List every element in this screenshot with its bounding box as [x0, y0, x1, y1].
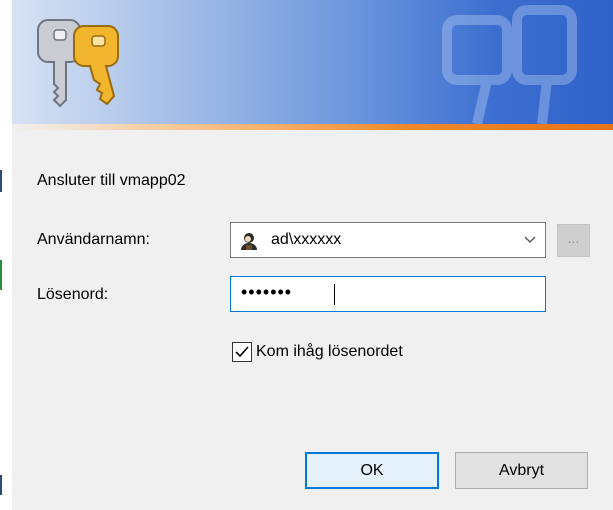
ok-button[interactable]: OK — [305, 452, 439, 489]
edge-mark — [0, 170, 2, 192]
edge-mark — [0, 260, 2, 290]
text-caret — [334, 284, 335, 305]
browse-users-button[interactable]: ... — [557, 224, 590, 257]
user-icon — [241, 233, 257, 250]
cancel-button[interactable]: Avbryt — [455, 452, 588, 489]
username-label: Användarnamn: — [37, 231, 150, 248]
password-input[interactable]: ••••••• — [230, 276, 546, 312]
password-label: Lösenord: — [37, 286, 109, 303]
keys-watermark-icon — [442, 5, 577, 124]
edge-mark — [0, 475, 2, 495]
password-mask: ••••••• — [241, 282, 293, 302]
remember-password-checkbox[interactable] — [232, 342, 252, 362]
chevron-down-icon[interactable] — [523, 233, 537, 247]
header-accent-stripe — [12, 124, 613, 130]
checkmark-icon — [235, 346, 249, 358]
remember-password-label[interactable]: Kom ihåg lösenordet — [256, 343, 403, 361]
credentials-dialog: Ansluter till vmapp02 Användarnamn: ad\x… — [0, 0, 613, 510]
connecting-text: Ansluter till vmapp02 — [37, 172, 186, 189]
keys-icon — [37, 19, 119, 108]
window-edge — [0, 0, 12, 510]
username-value: ad\xxxxxx — [271, 231, 342, 248]
username-combobox[interactable]: ad\xxxxxx — [230, 222, 546, 258]
